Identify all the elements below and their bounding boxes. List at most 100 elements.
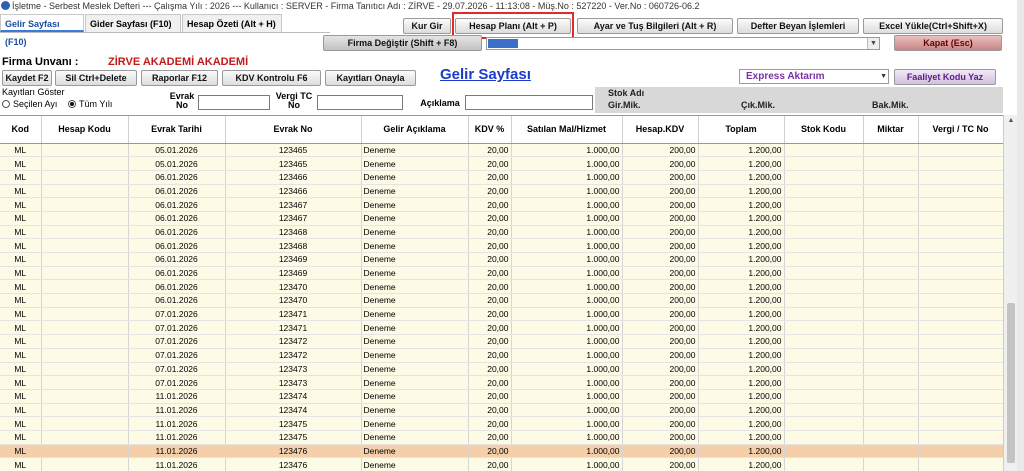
table-cell[interactable]: 123465: [225, 143, 362, 158]
table-cell[interactable]: 1.000,00: [511, 334, 623, 349]
column-header[interactable]: KDV %: [468, 116, 512, 144]
table-cell[interactable]: [41, 430, 129, 445]
table-cell[interactable]: 06.01.2026: [128, 266, 226, 281]
table-cell[interactable]: [41, 334, 129, 349]
table-cell[interactable]: 1.200,00: [698, 348, 785, 363]
faaliyet-kodu-yaz-button[interactable]: Faaliyet Kodu Yaz: [894, 69, 996, 85]
table-cell[interactable]: 1.000,00: [511, 266, 623, 281]
table-cell[interactable]: 05.01.2026: [128, 143, 226, 158]
table-cell[interactable]: 06.01.2026: [128, 197, 226, 212]
table-cell[interactable]: 1.200,00: [698, 143, 785, 158]
table-row[interactable]: ML 05.01.2026 123465 Deneme 20,00 1.000,00 200…: [0, 143, 1003, 158]
table-cell[interactable]: [41, 170, 129, 185]
column-header[interactable]: Toplam: [698, 116, 785, 144]
table-cell[interactable]: Deneme: [361, 348, 469, 363]
table-cell[interactable]: [863, 334, 919, 349]
table-cell[interactable]: 1.000,00: [511, 238, 623, 253]
vergi-tc-no-input[interactable]: [317, 95, 403, 110]
table-cell[interactable]: 1.000,00: [511, 362, 623, 377]
table-cell[interactable]: [41, 293, 129, 308]
table-cell[interactable]: 1.200,00: [698, 389, 785, 404]
table-cell[interactable]: 200,00: [622, 252, 699, 267]
table-cell[interactable]: [863, 362, 919, 377]
table-cell[interactable]: 200,00: [622, 197, 699, 212]
table-cell[interactable]: [863, 156, 919, 171]
table-cell[interactable]: 123466: [225, 184, 362, 199]
table-cell[interactable]: 1.200,00: [698, 362, 785, 377]
table-row[interactable]: ML 06.01.2026 123466 Deneme 20,00 1.000,00 200…: [0, 184, 1003, 199]
table-cell[interactable]: [863, 444, 919, 459]
table-cell[interactable]: 06.01.2026: [128, 238, 226, 253]
column-header[interactable]: Evrak No: [225, 116, 362, 144]
table-cell[interactable]: 123476: [225, 457, 362, 471]
table-row[interactable]: ML 06.01.2026 123466 Deneme 20,00 1.000,00 200…: [0, 170, 1003, 185]
table-cell[interactable]: 11.01.2026: [128, 430, 226, 445]
table-cell[interactable]: 06.01.2026: [128, 252, 226, 267]
table-cell[interactable]: 1.200,00: [698, 444, 785, 459]
table-cell[interactable]: 200,00: [622, 348, 699, 363]
table-cell[interactable]: 1.200,00: [698, 320, 785, 336]
table-cell[interactable]: [784, 362, 864, 377]
table-row[interactable]: ML 07.01.2026 123473 Deneme 20,00 1.000,00 200…: [0, 362, 1003, 377]
table-cell[interactable]: Deneme: [361, 225, 469, 240]
table-cell[interactable]: [784, 457, 864, 471]
table-cell[interactable]: 200,00: [622, 156, 699, 171]
table-cell[interactable]: 20,00: [468, 334, 512, 349]
column-header[interactable]: Vergi / TC No: [918, 116, 1003, 144]
aciklama-input[interactable]: [465, 95, 593, 110]
table-cell[interactable]: [41, 156, 129, 171]
table-cell[interactable]: Deneme: [361, 156, 469, 171]
table-cell[interactable]: 1.200,00: [698, 403, 785, 418]
table-cell[interactable]: [41, 279, 129, 295]
table-cell[interactable]: [863, 457, 919, 471]
table-cell[interactable]: 1.200,00: [698, 293, 785, 308]
table-cell[interactable]: 123473: [225, 375, 362, 390]
table-cell[interactable]: 20,00: [468, 143, 512, 158]
table-cell[interactable]: [918, 403, 1003, 418]
table-cell[interactable]: 20,00: [468, 184, 512, 199]
table-cell[interactable]: [918, 444, 1003, 459]
table-cell[interactable]: Deneme: [361, 197, 469, 212]
table-cell[interactable]: [863, 375, 919, 390]
table-cell[interactable]: [918, 389, 1003, 404]
table-row[interactable]: ML 11.01.2026 123475 Deneme 20,00 1.000,00 200…: [0, 430, 1003, 445]
table-cell[interactable]: [784, 416, 864, 431]
column-header[interactable]: Satılan Mal/Hizmet: [511, 116, 623, 144]
table-cell[interactable]: [41, 252, 129, 267]
table-cell[interactable]: 200,00: [622, 457, 699, 471]
table-cell[interactable]: 123475: [225, 430, 362, 445]
table-cell[interactable]: 123468: [225, 238, 362, 253]
table-cell[interactable]: ML: [0, 362, 42, 377]
table-cell[interactable]: [784, 307, 864, 322]
table-cell[interactable]: [784, 389, 864, 404]
kaydet-button[interactable]: Kaydet F2: [2, 70, 52, 86]
table-cell[interactable]: [863, 184, 919, 199]
table-row[interactable]: ML 06.01.2026 123470 Deneme 20,00 1.000,00 200…: [0, 279, 1003, 295]
table-cell[interactable]: 20,00: [468, 430, 512, 445]
table-cell[interactable]: 1.200,00: [698, 197, 785, 212]
table-cell[interactable]: 20,00: [468, 320, 512, 336]
table-cell[interactable]: 1.200,00: [698, 238, 785, 253]
table-cell[interactable]: [784, 430, 864, 445]
table-cell[interactable]: [784, 197, 864, 212]
table-cell[interactable]: [918, 156, 1003, 171]
table-cell[interactable]: 20,00: [468, 225, 512, 240]
table-cell[interactable]: [784, 184, 864, 199]
table-cell[interactable]: [918, 362, 1003, 377]
table-cell[interactable]: ML: [0, 252, 42, 267]
table-cell[interactable]: 1.200,00: [698, 170, 785, 185]
table-row[interactable]: ML 06.01.2026 123469 Deneme 20,00 1.000,00 200…: [0, 252, 1003, 267]
table-cell[interactable]: [41, 184, 129, 199]
table-cell[interactable]: 123469: [225, 266, 362, 281]
table-cell[interactable]: 1.000,00: [511, 293, 623, 308]
scroll-thumb[interactable]: [1007, 303, 1015, 463]
table-cell[interactable]: [918, 211, 1003, 226]
table-cell[interactable]: 1.000,00: [511, 252, 623, 267]
table-cell[interactable]: Deneme: [361, 320, 469, 336]
table-cell[interactable]: [918, 143, 1003, 158]
table-cell[interactable]: Deneme: [361, 416, 469, 431]
table-cell[interactable]: 20,00: [468, 348, 512, 363]
table-cell[interactable]: [918, 225, 1003, 240]
table-cell[interactable]: [863, 293, 919, 308]
radio-secilen-ayi[interactable]: Seçilen Ayı: [2, 99, 57, 109]
